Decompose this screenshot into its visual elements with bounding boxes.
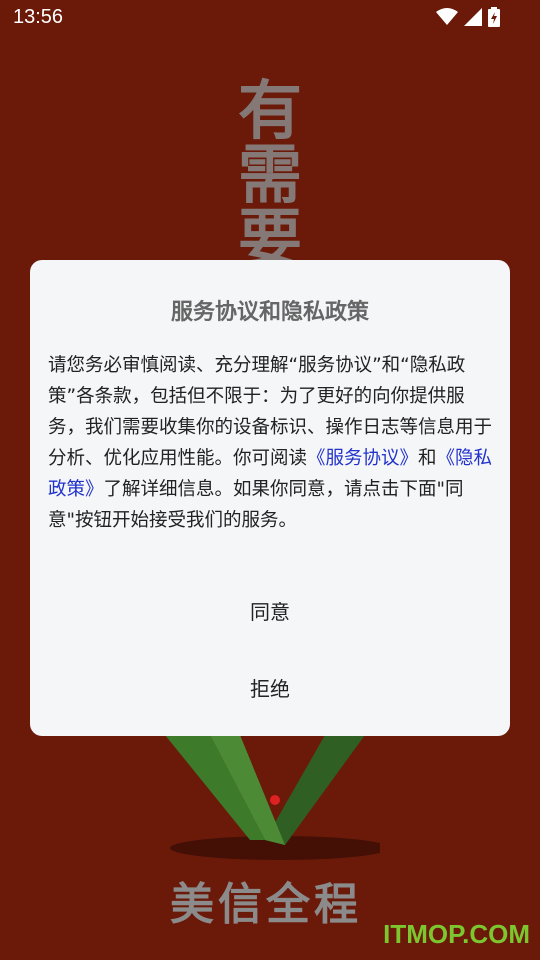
background-slogan: 美信全程 (170, 879, 362, 930)
agree-button[interactable]: 同意 (30, 596, 510, 625)
body-text-and: 和 (418, 448, 437, 469)
background-calligraphy: 有需要 (238, 74, 302, 277)
watermark: ITMOP.COM (383, 919, 530, 949)
wifi-icon (436, 8, 458, 25)
battery-icon (488, 7, 500, 27)
status-bar: 13:56 (0, 0, 540, 34)
status-icons (436, 7, 500, 27)
dialog-title: 服务协议和隐私政策 (170, 300, 369, 325)
privacy-dialog: 服务协议和隐私政策 请您务必审慎阅读、充分理解“服务协议”和“隐私政策”各条款，… (30, 260, 510, 736)
body-text-outro: 了解详细信息。如果你同意，请点击下面"同意"按钮开始接受我们的服务。 (48, 479, 464, 531)
service-agreement-link[interactable]: 《服务协议》 (307, 448, 418, 469)
signal-icon (464, 8, 482, 26)
reject-button[interactable]: 拒绝 (30, 673, 510, 702)
status-time: 13:56 (13, 6, 64, 28)
dialog-body: 请您务必审慎阅读、充分理解“服务协议”和“隐私政策”各条款，包括但不限于：为了更… (48, 350, 494, 536)
